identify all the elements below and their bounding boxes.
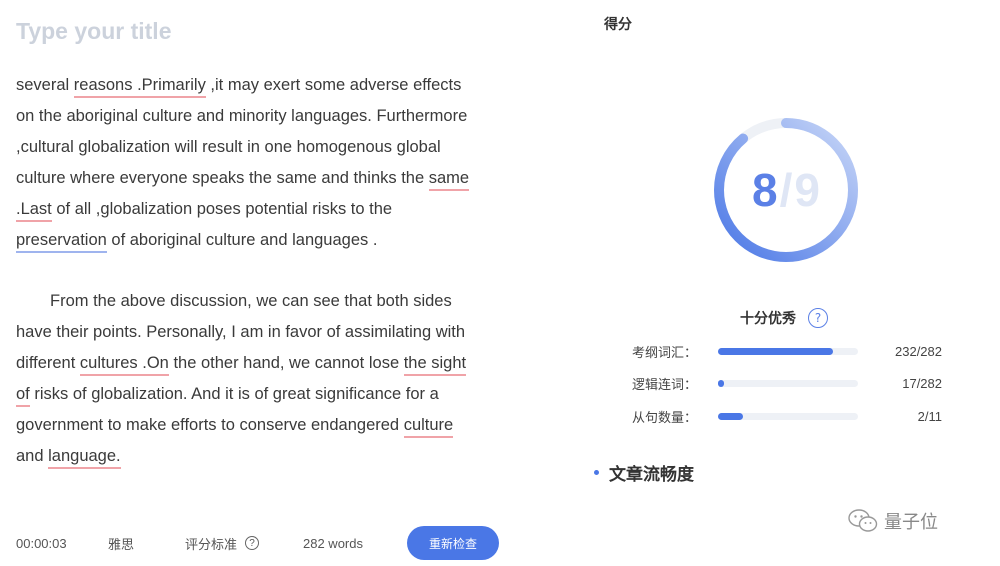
metric-clauses: 从句数量： 2/11 [632,405,942,427]
essay-line: .Last of all ,globalization poses potent… [16,194,516,225]
flagged-phrase[interactable]: language. [48,447,121,469]
scoring-criteria-label: 评分标准 [185,536,238,552]
scoring-criteria[interactable]: 评分标准 ? [185,534,303,553]
essay-line: and language. [16,441,516,472]
metric-connectives: 逻辑连词： 17/282 [632,372,942,394]
help-icon[interactable]: ? [808,308,828,328]
essay-line: preservation of aboriginal culture and l… [16,225,516,256]
suggested-phrase[interactable]: preservation [16,231,107,253]
metric-bar-fill [718,347,833,355]
essay-line: From the above discussion, we can see th… [16,286,516,317]
essay-text: risks of globalization. And it is of gre… [29,385,439,403]
essay-text: the other hand, we cannot lose [168,354,404,372]
metric-value: 17/282 [902,375,942,391]
editor-footer: 00:00:03 雅思 评分标准 ? 282 words 重新检查 [16,524,506,562]
score-separator: / [779,164,793,216]
essay-text: and [16,447,49,465]
flagged-phrase[interactable]: culture [403,416,454,438]
essay-text: several [16,76,74,94]
essay-line: have their points. Personally, I am in f… [16,317,516,348]
essay-text: different [16,354,80,372]
bullet-icon [594,470,599,475]
metric-label: 从句数量： [632,410,698,426]
essay-line: of risks of globalization. And it is of … [16,379,516,410]
metric-bar-track [718,379,858,387]
score-max: 9 [794,164,820,216]
flagged-phrase[interactable]: of [16,385,30,407]
rating-label: 十分优秀 [740,311,796,327]
metric-bar-fill [718,412,744,420]
flagged-phrase[interactable]: cultures .On [79,354,169,376]
essay-text: culture where everyone speaks the same a… [16,169,429,187]
essay-text: ,cultural globalization will result in o… [16,138,441,156]
essay-line: government to make efforts to conserve e… [16,410,516,441]
essay-line: several reasons .Primarily ,it may exert… [16,70,516,101]
metric-bar-track [718,412,858,420]
essay-editor: several reasons .Primarily ,it may exert… [0,0,540,566]
score-display: 8 / 9 [710,114,862,266]
wechat-icon [848,509,878,532]
essay-text: have their points. Personally, I am in f… [16,323,466,341]
essay-line: culture where everyone speaks the same a… [16,163,516,194]
metric-bar-track [718,347,858,355]
essay-line: different cultures .On the other hand, w… [16,348,516,379]
metric-bar-fill [718,379,724,387]
section-title: 文章流畅度 [609,465,694,485]
flagged-phrase[interactable]: the sight [403,354,467,376]
rating: 十分优秀 ? [740,308,828,328]
metric-label: 考纲词汇： [632,345,698,361]
word-count: 282 words [303,535,363,551]
essay-text: of aboriginal culture and languages . [106,231,378,249]
watermark-text: 量子位 [884,512,938,533]
essay-text: on the aboriginal culture and minority l… [16,107,468,125]
metric-vocabulary: 考纲词汇： 232/282 [632,340,942,362]
essay-text: government to make efforts to conserve e… [16,416,404,434]
essay-paragraph-2: From the above discussion, we can see th… [16,286,516,472]
essay-body[interactable]: several reasons .Primarily ,it may exert… [16,70,516,472]
essay-text: ,it may exert some adverse effects [205,76,462,94]
score-panel: 得分 8 / 9 十分优秀 ? 考纲词汇： 232/282 逻辑连词： 17/2… [560,0,1000,566]
flagged-phrase[interactable]: same [428,169,470,191]
exam-type[interactable]: 雅思 [108,534,185,553]
watermark: 量子位 [848,508,938,534]
recheck-button[interactable]: 重新检查 [407,526,499,560]
flagged-phrase[interactable]: reasons .Primarily [73,76,206,98]
metric-value: 2/11 [917,408,942,424]
essay-text: of all ,globalization poses potential ri… [51,200,393,218]
essay-line: ,cultural globalization will result in o… [16,132,516,163]
metric-label: 逻辑连词： [632,377,698,393]
essay-text: From the above discussion, we can see th… [50,292,452,310]
flagged-phrase[interactable]: .Last [16,200,52,222]
score-value: 8 [752,164,778,216]
essay-paragraph-1: several reasons .Primarily ,it may exert… [16,70,516,256]
essay-line: on the aboriginal culture and minority l… [16,101,516,132]
section-fluency[interactable]: 文章流畅度 [594,460,694,485]
help-icon[interactable]: ? [245,536,260,550]
score-panel-title: 得分 [604,17,632,33]
metric-value: 232/282 [895,343,942,359]
timer: 00:00:03 [16,535,67,551]
title-input[interactable] [16,14,496,48]
